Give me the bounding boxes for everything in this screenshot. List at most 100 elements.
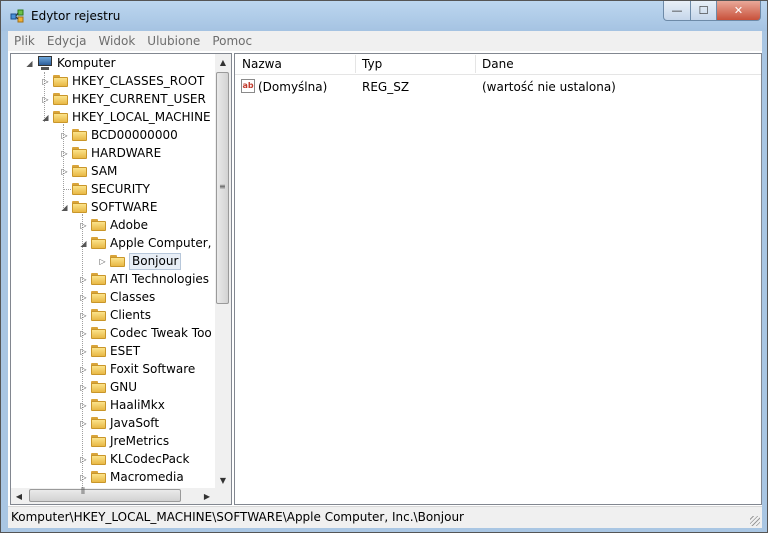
close-button[interactable]: ✕ [717,1,761,21]
tree-vertical-scrollbar[interactable]: ▲ ≡ ▼ [215,54,231,488]
key-tree-pane[interactable]: ◢ Komputer ▷ HKEY_CLASSES_ROOT ▷ HKEY_CU… [10,53,232,505]
close-icon: ✕ [733,4,744,17]
collapse-icon[interactable]: ◢ [79,239,88,248]
expand-icon[interactable]: ▷ [41,77,50,86]
tree-item-label: JavaSoft [110,416,160,430]
expand-icon[interactable]: ▷ [79,311,88,320]
tree-item-security[interactable]: SECURITY [60,180,150,198]
tree-item-eset[interactable]: ▷ ESET [79,342,140,360]
resize-grip-icon[interactable] [750,516,760,526]
folder-icon [91,327,106,339]
expand-icon[interactable]: ▷ [79,473,88,482]
expand-icon[interactable]: ▷ [60,149,69,158]
tree-item-bonjour[interactable]: ▷ Bonjour [98,252,182,270]
horizontal-scroll-thumb[interactable] [29,489,181,502]
tree-item-label: BCD00000000 [91,128,178,142]
expand-icon[interactable]: ▷ [79,221,88,230]
tree-item-label: Komputer [57,56,116,70]
title-bar[interactable]: Edytor rejestru — ☐ ✕ [1,1,767,31]
folder-icon [91,273,106,285]
folder-icon [72,201,87,213]
tree-item-hklm[interactable]: ◢ HKEY_LOCAL_MACHINE [41,108,210,126]
tree-item-label: ESET [110,344,141,358]
expand-icon[interactable]: ▷ [79,383,88,392]
tree-horizontal-scrollbar[interactable]: ◀ ⦀ ▶ [11,487,215,504]
column-header-type[interactable]: Typ [362,57,382,71]
minimize-icon: — [671,4,683,17]
scroll-up-icon[interactable]: ▲ [215,54,231,70]
tree-item-software[interactable]: ◢ SOFTWARE [60,198,157,216]
tree-item-ati[interactable]: ▷ ATI Technologies [79,270,209,288]
regedit-app-icon [10,9,24,23]
tree-item-apple[interactable]: ◢ Apple Computer, I [79,234,215,252]
folder-icon [91,291,106,303]
tree-item-foxit[interactable]: ▷ Foxit Software [79,360,195,378]
expand-icon[interactable]: ▷ [41,95,50,104]
expand-icon[interactable]: ▷ [79,455,88,464]
expand-icon[interactable]: ▷ [79,419,88,428]
expand-icon[interactable]: ▷ [79,347,88,356]
tree-item-haalimkx[interactable]: ▷ HaaliMkx [79,396,164,414]
value-row[interactable]: ab (Domyślna) REG_SZ (wartość nie ustalo… [235,78,761,96]
tree-item-hkcu[interactable]: ▷ HKEY_CURRENT_USER [41,90,205,108]
tree-item-label: HARDWARE [91,146,162,160]
scroll-grip-icon: ≡ [219,182,226,191]
tree-item-jremetrics[interactable]: JreMetrics [79,432,169,450]
tree-item-hardware[interactable]: ▷ HARDWARE [60,144,161,162]
string-value-icon: ab [241,79,255,93]
tree-item-classes[interactable]: ▷ Classes [79,288,155,306]
tree-item-macromedia[interactable]: ▷ Macromedia [79,468,183,486]
maximize-button[interactable]: ☐ [691,1,717,21]
collapse-icon[interactable]: ◢ [25,59,34,68]
menu-edycja[interactable]: Edycja [41,34,93,48]
tree-item-clients[interactable]: ▷ Clients [79,306,151,324]
tree-item-komputer[interactable]: ◢ Komputer [25,54,116,72]
tree-item-hkcr[interactable]: ▷ HKEY_CLASSES_ROOT [41,72,204,90]
tree-item-klcodecpack[interactable]: ▷ KLCodecPack [79,450,189,468]
column-divider[interactable] [475,55,476,73]
tree-item-label: Foxit Software [110,362,196,376]
expand-icon[interactable]: ▷ [79,329,88,338]
minimize-button[interactable]: — [663,1,691,21]
menu-plik[interactable]: Plik [8,34,41,48]
expand-icon[interactable]: ▷ [79,293,88,302]
tree-item-sam[interactable]: ▷ SAM [60,162,117,180]
folder-icon [53,75,68,87]
column-header-name[interactable]: Nazwa [242,57,282,71]
collapse-icon[interactable]: ◢ [41,113,50,122]
tree-item-adobe[interactable]: ▷ Adobe [79,216,148,234]
column-header-data[interactable]: Dane [482,57,514,71]
registry-editor-window: Edytor rejestru — ☐ ✕ Plik Edycja Widok … [0,0,768,533]
values-list-pane[interactable]: Nazwa Typ Dane ab (Domyślna) REG_SZ (war… [234,53,762,505]
menu-pomoc[interactable]: Pomoc [206,34,258,48]
expand-icon[interactable]: ▷ [79,401,88,410]
folder-icon [91,363,106,375]
tree-item-label: Apple Computer, I [110,236,215,250]
folder-icon [91,417,106,429]
tree-item-label: JreMetrics [110,434,170,448]
tree-item-codec-tweak[interactable]: ▷ Codec Tweak Too [79,324,211,342]
expand-icon[interactable]: ▷ [98,257,107,266]
column-divider[interactable] [355,55,356,73]
expand-icon[interactable]: ▷ [60,131,69,140]
scroll-right-icon[interactable]: ▶ [199,488,215,504]
tree-item-bcd[interactable]: ▷ BCD00000000 [60,126,178,144]
folder-icon [110,255,125,267]
expand-icon[interactable]: ▷ [79,275,88,284]
tree-item-javasoft[interactable]: ▷ JavaSoft [79,414,159,432]
caption-buttons: — ☐ ✕ [663,1,761,21]
scroll-down-icon[interactable]: ▼ [215,472,231,488]
scroll-left-icon[interactable]: ◀ [11,488,27,504]
collapse-icon[interactable]: ◢ [60,203,69,212]
column-header: Nazwa Typ Dane [235,54,761,75]
expand-icon[interactable]: ▷ [79,365,88,374]
key-tree-viewport: ◢ Komputer ▷ HKEY_CLASSES_ROOT ▷ HKEY_CU… [11,54,215,488]
expand-icon[interactable]: ▷ [60,167,69,176]
menu-ulubione[interactable]: Ulubione [141,34,206,48]
menu-widok[interactable]: Widok [92,34,141,48]
tree-item-label: SOFTWARE [91,200,158,214]
tree-item-gnu[interactable]: ▷ GNU [79,378,137,396]
value-type: REG_SZ [362,80,410,94]
tree-item-label-selected: Bonjour [129,252,182,270]
